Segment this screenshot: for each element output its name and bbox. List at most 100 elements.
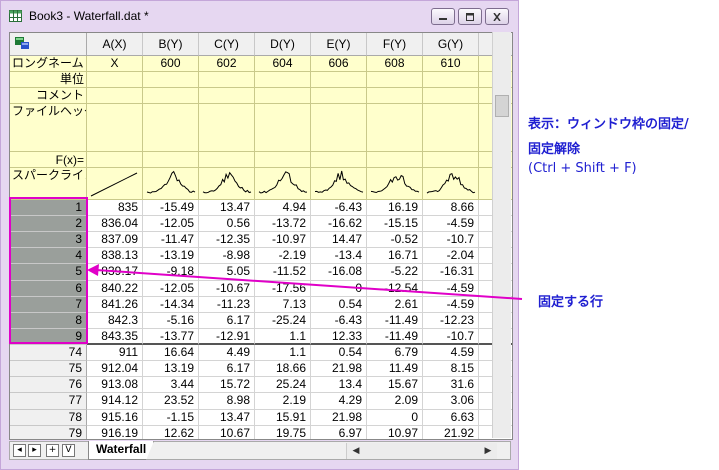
data-cell[interactable]: 1.1 xyxy=(255,345,311,362)
data-cell[interactable]: -15.15 xyxy=(367,216,423,233)
data-cell[interactable]: -10.67 xyxy=(199,280,255,297)
data-cell[interactable]: 839.17 xyxy=(87,264,143,281)
data-cell[interactable]: 835 xyxy=(87,200,143,217)
data-cell[interactable]: 11.49 xyxy=(367,361,423,378)
meta-cell[interactable] xyxy=(143,104,199,152)
meta-cell[interactable] xyxy=(143,168,199,200)
data-cell[interactable]: -6.43 xyxy=(311,200,367,217)
data-cell[interactable]: -13.19 xyxy=(143,248,199,265)
data-cell[interactable]: -16.31 xyxy=(423,264,479,281)
meta-row-label[interactable]: ファイルヘッダ xyxy=(10,104,87,152)
column-header[interactable]: G(Y) xyxy=(423,33,479,56)
data-cell[interactable]: -16.62 xyxy=(311,216,367,233)
data-cell[interactable]: 31.6 xyxy=(423,377,479,394)
data-cell[interactable]: 25.24 xyxy=(255,377,311,394)
meta-row-label[interactable]: コメント xyxy=(10,88,87,104)
vertical-scrollbar[interactable] xyxy=(492,32,511,438)
row-header[interactable]: 75 xyxy=(10,361,87,378)
data-cell[interactable]: 15.72 xyxy=(199,377,255,394)
data-cell[interactable]: 16.64 xyxy=(143,345,199,362)
column-header[interactable]: E(Y) xyxy=(311,33,367,56)
data-cell[interactable]: 0.54 xyxy=(311,345,367,362)
data-cell[interactable]: -14.34 xyxy=(143,296,199,313)
data-cell[interactable]: 841.26 xyxy=(87,296,143,313)
data-cell[interactable]: -4.59 xyxy=(423,280,479,297)
vertical-scroll-thumb[interactable] xyxy=(495,95,509,117)
data-cell[interactable]: -5.22 xyxy=(367,264,423,281)
data-cell[interactable]: -11.49 xyxy=(367,312,423,329)
meta-row-label[interactable]: スパークライン xyxy=(10,168,87,200)
data-cell[interactable]: 4.94 xyxy=(255,200,311,217)
data-cell[interactable]: 13.4 xyxy=(311,377,367,394)
data-cell[interactable]: 21.98 xyxy=(311,409,367,426)
meta-cell[interactable] xyxy=(255,88,311,104)
data-cell[interactable]: 6.79 xyxy=(367,345,423,362)
meta-row-label[interactable]: F(x)= xyxy=(10,152,87,168)
data-cell[interactable]: 911 xyxy=(87,345,143,362)
column-header[interactable]: D(Y) xyxy=(255,33,311,56)
data-cell[interactable]: 13.47 xyxy=(199,200,255,217)
data-cell[interactable]: 836.04 xyxy=(87,216,143,233)
data-cell[interactable]: 18.66 xyxy=(255,361,311,378)
meta-cell[interactable] xyxy=(255,152,311,168)
data-cell[interactable]: -12.91 xyxy=(199,328,255,346)
meta-row-label[interactable]: 単位 xyxy=(10,72,87,88)
meta-cell[interactable] xyxy=(199,152,255,168)
data-cell[interactable]: 15.91 xyxy=(255,409,311,426)
meta-cell[interactable] xyxy=(367,168,423,200)
data-cell[interactable]: 915.16 xyxy=(87,409,143,426)
data-cell[interactable]: 10.67 xyxy=(199,425,255,439)
worksheet-grid[interactable]: A(X) B(Y) C(Y) D(Y) E(Y) F(Y) G(Y) ロングネーム X 600 60… xyxy=(9,32,513,440)
data-cell[interactable]: 8.66 xyxy=(423,200,479,217)
meta-cell[interactable]: 604 xyxy=(255,56,311,72)
data-cell[interactable]: 13.47 xyxy=(199,409,255,426)
data-cell[interactable]: 838.13 xyxy=(87,248,143,265)
data-cell[interactable]: 840.22 xyxy=(87,280,143,297)
meta-cell[interactable] xyxy=(311,152,367,168)
meta-cell[interactable] xyxy=(311,88,367,104)
row-header[interactable]: 77 xyxy=(10,393,87,410)
meta-row-label[interactable]: ロングネーム xyxy=(10,56,87,72)
meta-cell[interactable] xyxy=(367,72,423,88)
data-cell[interactable]: 0 xyxy=(367,409,423,426)
data-cell[interactable]: -10.97 xyxy=(255,232,311,249)
data-cell[interactable]: 2.09 xyxy=(367,393,423,410)
meta-cell[interactable]: 600 xyxy=(143,56,199,72)
data-cell[interactable]: -13.77 xyxy=(143,328,199,346)
data-cell[interactable]: -6.43 xyxy=(311,312,367,329)
column-header[interactable]: A(X) xyxy=(87,33,143,56)
meta-cell[interactable] xyxy=(255,72,311,88)
frozen-row-header[interactable]: 2 xyxy=(10,216,87,233)
close-button[interactable] xyxy=(485,8,509,25)
data-cell[interactable]: 4.59 xyxy=(423,345,479,362)
add-sheet-button[interactable]: + xyxy=(46,444,59,457)
data-cell[interactable]: 8.15 xyxy=(423,361,479,378)
data-cell[interactable]: -4.59 xyxy=(423,296,479,313)
data-cell[interactable]: -2.19 xyxy=(255,248,311,265)
meta-cell[interactable] xyxy=(143,72,199,88)
maximize-button[interactable] xyxy=(458,8,482,25)
data-cell[interactable]: 8.98 xyxy=(199,393,255,410)
data-cell[interactable]: 914.12 xyxy=(87,393,143,410)
meta-cell[interactable] xyxy=(255,104,311,152)
data-cell[interactable]: 2.19 xyxy=(255,393,311,410)
data-cell[interactable]: -17.56 xyxy=(255,280,311,297)
frozen-row-header[interactable]: 3 xyxy=(10,232,87,249)
data-cell[interactable]: -12.05 xyxy=(143,216,199,233)
data-cell[interactable]: -9.18 xyxy=(143,264,199,281)
meta-cell[interactable] xyxy=(87,168,143,200)
frozen-row-header[interactable]: 7 xyxy=(10,296,87,313)
data-cell[interactable]: 12.33 xyxy=(311,328,367,346)
data-cell[interactable]: 14.47 xyxy=(311,232,367,249)
data-cell[interactable]: 21.92 xyxy=(423,425,479,439)
frozen-row-header[interactable]: 8 xyxy=(10,312,87,329)
data-cell[interactable]: 1.1 xyxy=(255,328,311,346)
column-header[interactable]: B(Y) xyxy=(143,33,199,56)
data-cell[interactable]: -13.4 xyxy=(311,248,367,265)
meta-cell[interactable] xyxy=(423,104,479,152)
last-sheet-button[interactable]: ▸ xyxy=(28,444,41,457)
data-cell[interactable]: 916.19 xyxy=(87,425,143,439)
meta-cell[interactable]: 608 xyxy=(367,56,423,72)
meta-cell[interactable] xyxy=(87,88,143,104)
data-cell[interactable]: 3.44 xyxy=(143,377,199,394)
